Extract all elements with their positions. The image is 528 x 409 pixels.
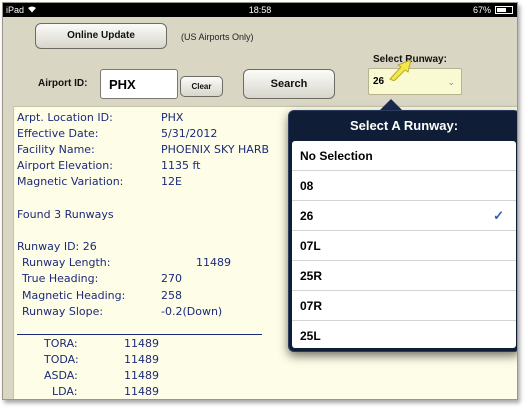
asda-value: 11489 [124,369,159,382]
divider [17,334,262,335]
runway-option-07l[interactable]: 07L [292,231,516,261]
magnetic-heading-label: Magnetic Heading: [22,289,126,302]
effective-date-value: 5/31/2012 [161,127,218,140]
airport-elevation-label: Airport Elevation: [17,159,113,172]
tora-value: 11489 [124,337,159,350]
effective-date-label: Effective Date: [17,127,99,140]
magnetic-heading-value: 258 [161,289,182,302]
toda-value: 11489 [124,353,159,366]
true-heading-value: 270 [161,272,182,285]
facility-name-label: Facility Name: [17,143,95,156]
popover-title: Select A Runway: [349,118,459,133]
runway-select-value: 26 [373,76,385,87]
status-bar: iPad 18:58 67% [3,3,517,17]
runway-slope-value: -0.2(Down) [161,305,223,318]
runway-popover: Select A Runway: No Selection 08 26 ✓ 07… [288,110,517,352]
magnetic-variation-label: Magnetic Variation: [17,175,124,188]
battery-icon [495,6,513,14]
online-update-button[interactable]: Online Update [35,23,167,49]
airport-id-input[interactable]: PHX [100,69,178,99]
facility-name-value: PHOENIX SKY HARB [161,143,270,156]
runways-found-text: Found 3 Runways [17,208,114,221]
online-update-note: (US Airports Only) [181,32,254,42]
asda-label: ASDA: [44,369,78,382]
battery-percent: 67% [472,5,491,15]
location-id-label: Arpt. Location ID: [17,111,113,124]
checkmark-icon: ✓ [493,208,504,223]
app-window: iPad 18:58 67% Online Update (US Airport… [2,2,518,400]
tora-label: TORA: [44,337,78,350]
runway-option-label: 26 [300,209,314,223]
runway-option-25l[interactable]: 25L [292,321,516,348]
runway-length-label: Runway Length: [22,256,111,269]
lda-label: LDA: [52,385,78,398]
airport-id-label: Airport ID: [38,78,88,89]
runway-option-25r[interactable]: 25R [292,261,516,291]
clear-button[interactable]: Clear [180,76,223,97]
runway-option-07r[interactable]: 07R [292,291,516,321]
magnetic-variation-value: 12E [161,175,182,188]
lda-value: 11489 [124,385,159,398]
airport-elevation-value: 1135 ft [161,159,201,172]
runway-option-08[interactable]: 08 [292,171,516,201]
chevron-down-icon: ⌄ [447,77,455,87]
search-button[interactable]: Search [243,69,335,99]
runway-length-value: 11489 [196,256,231,269]
toda-label: TODA: [44,353,79,366]
runway-id-text: Runway ID: 26 [17,240,97,253]
runway-option-26[interactable]: 26 ✓ [292,201,516,231]
status-time: 18:58 [248,5,272,15]
location-id-value: PHX [161,111,184,124]
true-heading-label: True Heading: [22,272,99,285]
pointer-arrow-icon [389,59,412,81]
runway-option-list: No Selection 08 26 ✓ 07L 25R 07R 25L [292,141,516,348]
runway-option-no-selection[interactable]: No Selection [292,141,516,171]
runway-slope-label: Runway Slope: [22,305,104,318]
